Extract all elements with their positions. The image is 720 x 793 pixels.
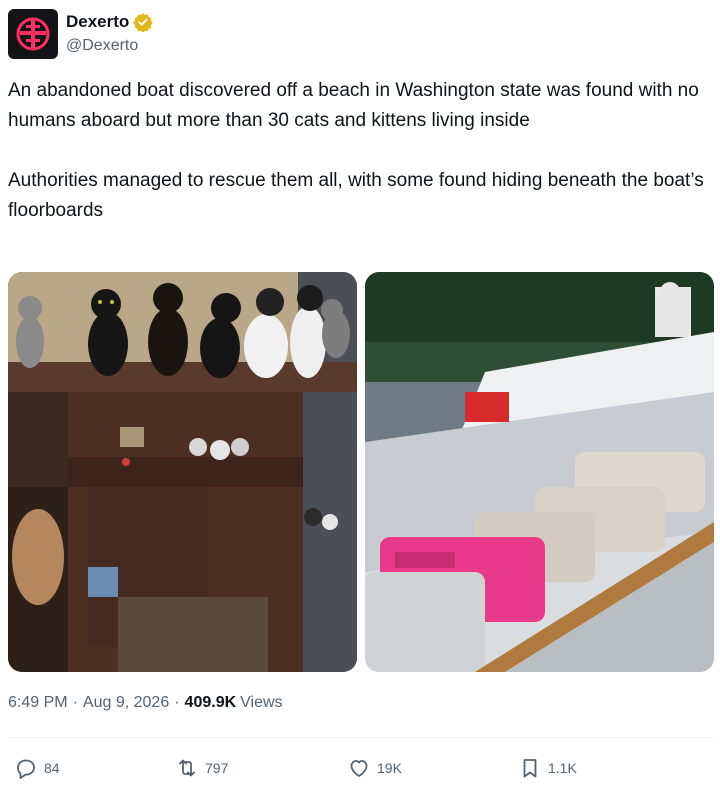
views-count[interactable]: 409.9K	[185, 694, 237, 712]
reply-icon	[17, 759, 35, 779]
repost-icon	[179, 759, 195, 777]
verified-badge-icon[interactable]	[133, 12, 153, 32]
display-name[interactable]: Dexerto	[66, 11, 129, 33]
tweet-paragraph: An abandoned boat discovered off a beach…	[8, 80, 699, 131]
views-label: Views	[240, 694, 283, 711]
meta-separator: ·	[174, 694, 180, 711]
meta-separator: ·	[72, 694, 78, 711]
tweet-text: An abandoned boat discovered off a beach…	[8, 76, 714, 226]
tweet-paragraph: Authorities managed to rescue them all, …	[8, 170, 704, 221]
tweet-header: Dexerto @Dexerto	[8, 8, 153, 60]
tweet-media	[8, 272, 714, 672]
cats-on-boat-photo[interactable]	[8, 272, 357, 672]
like-count: 19K	[377, 760, 402, 776]
heart-icon	[350, 760, 368, 777]
dexerto-logo-icon	[16, 17, 50, 51]
account-handle[interactable]: @Dexerto	[66, 35, 153, 57]
reply-button[interactable]: 84	[14, 756, 60, 780]
tweet-time[interactable]: 6:49 PM	[8, 694, 68, 712]
repost-count: 797	[205, 760, 229, 776]
reply-count: 84	[44, 760, 60, 776]
bookmark-icon	[523, 759, 537, 778]
tweet-meta: 6:49 PM · Aug 9, 2026 · 409.9K Views	[8, 694, 283, 712]
bookmark-count: 1.1K	[548, 760, 577, 776]
display-name-row: Dexerto	[66, 11, 153, 33]
account-names: Dexerto @Dexerto	[66, 9, 153, 59]
tweet-date[interactable]: Aug 9, 2026	[83, 694, 169, 712]
repost-button[interactable]: 797	[175, 756, 228, 780]
pet-carriers-on-boat-photo[interactable]	[365, 272, 714, 672]
tweet-actions: 84 797 19K 1.1K	[8, 756, 714, 782]
like-button[interactable]: 19K	[347, 756, 402, 780]
divider	[8, 737, 714, 738]
avatar[interactable]	[8, 9, 58, 59]
bookmark-button[interactable]: 1.1K	[518, 756, 577, 780]
